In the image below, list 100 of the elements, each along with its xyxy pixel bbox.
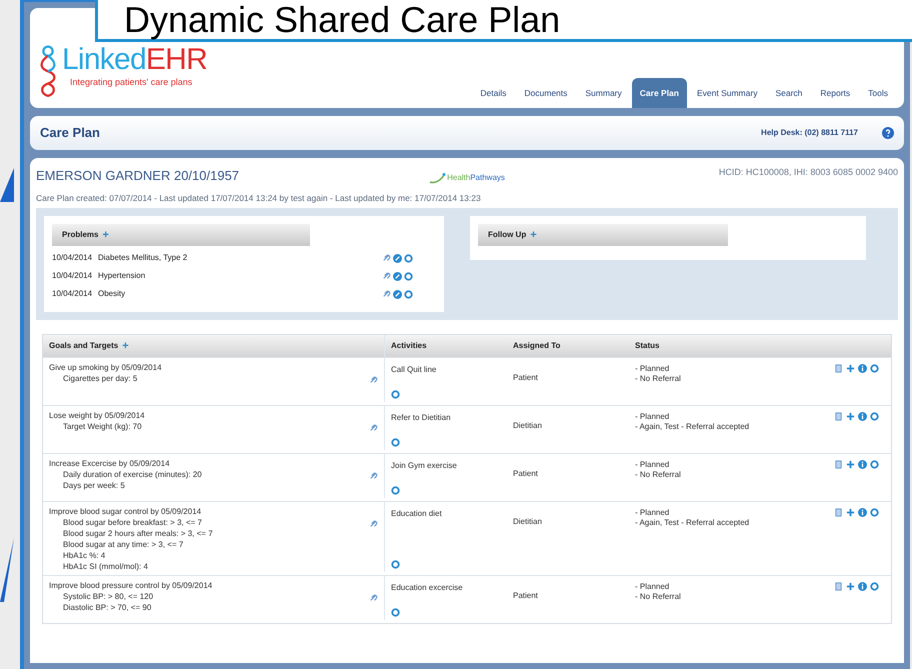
patient-name: EMERSON GARDNER 20/10/1957 — [36, 167, 240, 185]
link-icon[interactable] — [369, 472, 378, 482]
circle-icon[interactable] — [870, 412, 879, 422]
section-title: Problems — [62, 229, 98, 242]
edit-icon[interactable] — [393, 254, 402, 263]
plus-icon[interactable] — [846, 582, 855, 592]
target-text: Blood sugar before breakfast: > 3, <= 7 — [62, 517, 203, 528]
link-icon[interactable] — [369, 424, 378, 434]
status-text: - Planned — [635, 582, 670, 592]
circle-icon[interactable] — [391, 486, 400, 496]
target-text: Diastolic BP: > 70, <= 90 — [62, 602, 152, 614]
circle-icon[interactable] — [391, 390, 400, 400]
target-text: Cigarettes per day: 5 — [62, 373, 138, 384]
nav-tab[interactable]: Care Plan — [632, 78, 687, 108]
document-icon[interactable] — [834, 582, 843, 592]
nav-tab[interactable]: Event Summary — [688, 78, 766, 108]
arrow-shape — [0, 168, 14, 202]
nav-tab[interactable]: Search — [767, 78, 810, 108]
info-icon[interactable] — [858, 582, 867, 592]
problem-name: Hypertension — [98, 270, 146, 282]
status-text: - No Referral — [635, 592, 681, 602]
plus-icon[interactable] — [846, 412, 855, 422]
nav-tab[interactable]: Summary — [577, 78, 630, 108]
target-text: Systolic BP: > 80, <= 120 — [62, 591, 154, 602]
problem-date: 10/04/2014 — [52, 270, 94, 282]
problem-name: Diabetes Mellitus, Type 2 — [98, 252, 188, 264]
document-icon[interactable] — [834, 508, 843, 518]
circle-icon[interactable] — [870, 364, 879, 374]
assigned-to-text: Dietitian — [513, 517, 542, 526]
activity-text: Education excercise — [391, 582, 464, 594]
status-text: - Planned — [635, 412, 670, 422]
target-text: Target Weight (kg): 70 — [62, 421, 143, 432]
plus-icon[interactable] — [846, 364, 855, 374]
link-icon[interactable] — [369, 520, 378, 530]
target-text: HbA1c %: 4 — [62, 550, 106, 562]
nav-tab[interactable]: Reports — [812, 78, 858, 108]
activity-text: Join Gym exercise — [391, 460, 458, 472]
status-text: - Planned — [635, 508, 670, 518]
link-icon[interactable] — [382, 272, 391, 281]
edit-icon[interactable] — [393, 272, 402, 281]
patient-identifiers: HCID: HC100008, IHI: 8003 6085 0002 9400 — [718, 166, 898, 179]
document-icon[interactable] — [834, 412, 843, 422]
circle-icon[interactable] — [404, 272, 413, 281]
info-icon[interactable] — [858, 460, 867, 470]
assigned-to-text: Dietitian — [513, 421, 542, 430]
link-icon[interactable] — [369, 376, 378, 386]
care-plan-info: Care Plan created: 07/07/2014 - Last updated 17/07/2014 13:24 by test again - Last updated by me: 17/07/2014 13:23 — [36, 192, 482, 204]
info-icon[interactable] — [858, 412, 867, 422]
problem-name: Obesity — [98, 288, 126, 300]
logo-wordmark: LinkedEHR — [62, 44, 207, 76]
edit-icon[interactable] — [393, 290, 402, 299]
section-title: Follow Up — [488, 229, 526, 242]
circle-icon[interactable] — [404, 254, 413, 263]
link-icon[interactable] — [382, 290, 391, 299]
logo-tagline: Integrating patients' care plans — [70, 76, 194, 89]
assigned-to-text: Patient — [513, 469, 538, 478]
info-icon[interactable] — [858, 508, 867, 518]
status-text: - No Referral — [635, 470, 681, 480]
nav-tab[interactable]: Documents — [516, 78, 576, 108]
activity-text: Refer to Dietitian — [391, 412, 452, 424]
status-text: - Again, Test - Referral accepted — [635, 422, 750, 432]
problem-date: 10/04/2014 — [52, 252, 94, 264]
activity-text: Call Quit line — [391, 364, 438, 376]
page-title: Care Plan — [40, 124, 100, 142]
arrow-shape — [0, 538, 14, 602]
link-icon[interactable] — [382, 254, 391, 263]
activity-text: Education diet — [391, 508, 443, 520]
target-text: Blood sugar 2 hours after meals: > 3, <= 7 — [62, 528, 213, 540]
nav-tab[interactable]: Details — [472, 78, 514, 108]
circle-icon[interactable] — [391, 438, 400, 448]
circle-icon[interactable] — [870, 460, 879, 470]
goal-text: Improve blood sugar control by 05/09/2014 — [49, 506, 202, 518]
logo-icon — [38, 44, 58, 100]
assigned-to-text: Patient — [513, 373, 538, 382]
goal-text: Increase Excercise by 05/09/2014 — [49, 458, 171, 470]
healthpathways-logo: HealthPathways — [429, 172, 505, 184]
target-text: Blood sugar at any time: > 3, <= 7 — [62, 539, 184, 550]
circle-icon[interactable] — [404, 290, 413, 299]
goal-text: Give up smoking by 05/09/2014 — [49, 362, 162, 374]
info-icon[interactable] — [858, 364, 867, 374]
link-icon[interactable] — [369, 594, 378, 604]
slide-title: Dynamic Shared Care Plan — [95, 0, 912, 42]
plus-icon[interactable] — [846, 508, 855, 518]
status-text: - No Referral — [635, 374, 681, 384]
help-desk-text: Help Desk: (02) 8811 7117 — [761, 127, 858, 139]
goal-text: Improve blood pressure control by 05/09/2014 — [49, 580, 212, 592]
circle-icon[interactable] — [391, 608, 400, 618]
nav-tab[interactable]: Tools — [860, 78, 896, 108]
help-icon[interactable] — [882, 127, 894, 139]
circle-icon[interactable] — [870, 508, 879, 518]
circle-icon[interactable] — [391, 560, 400, 570]
column-header: Activities — [391, 340, 427, 352]
plus-icon[interactable] — [846, 460, 855, 470]
document-icon[interactable] — [834, 364, 843, 374]
column-header: Status — [635, 340, 660, 352]
assigned-to-text: Patient — [513, 591, 538, 600]
target-text: Days per week: 5 — [62, 480, 126, 492]
goal-text: Lose weight by 05/09/2014 — [49, 410, 145, 422]
circle-icon[interactable] — [870, 582, 879, 592]
document-icon[interactable] — [834, 460, 843, 470]
